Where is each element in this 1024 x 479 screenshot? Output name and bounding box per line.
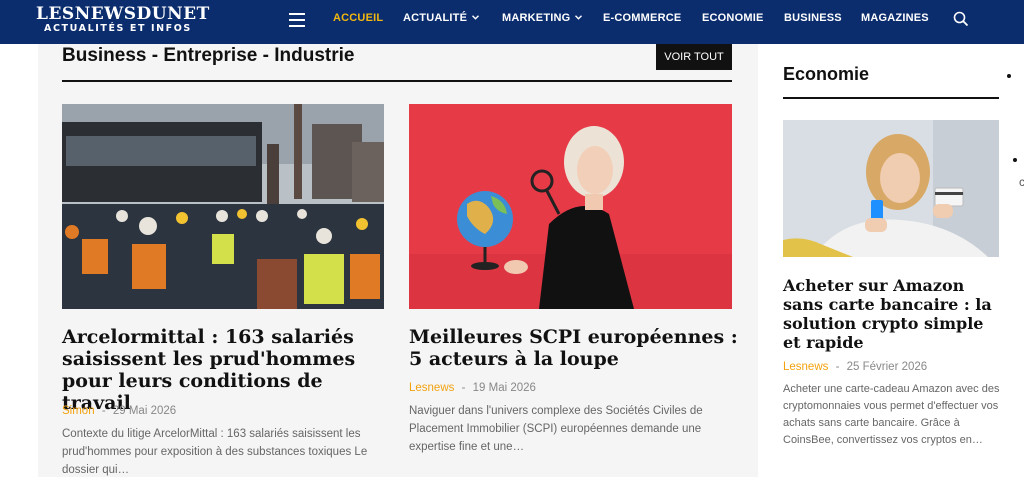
article-author[interactable]: Simon <box>62 405 95 417</box>
chevron-down-icon <box>472 13 480 22</box>
article-meta: Simon - 29 Mai 2026 <box>62 405 176 417</box>
nav-item-label: ECONOMIE <box>702 12 764 24</box>
nav-item-business[interactable]: BUSINESS <box>784 12 842 24</box>
site-header: LESNEWSDUNET ACTUALITÉS ET INFOS ACCUEIL… <box>0 0 1024 44</box>
nav-item-label: E-COMMERCE <box>603 12 682 24</box>
nav-item-label: MAGAZINES <box>861 12 929 24</box>
nav-item-economie[interactable]: ECONOMIE <box>702 12 764 24</box>
section-title: Business - Entreprise - Industrie <box>62 45 355 66</box>
clipped-text: c <box>1019 175 1024 189</box>
logo-tagline: ACTUALITÉS ET INFOS <box>44 23 192 34</box>
section-divider <box>62 80 732 82</box>
nav-item-actualite[interactable]: ACTUALITÉ <box>403 12 480 24</box>
article-date: 19 Mai 2026 <box>472 382 536 394</box>
article-author[interactable]: Lesnews <box>409 382 454 394</box>
article-excerpt: Naviguer dans l'univers complexe des Soc… <box>409 405 703 453</box>
article-image-globe[interactable] <box>409 104 732 309</box>
nav-item-label: BUSINESS <box>784 12 842 24</box>
nav-item-e-commerce[interactable]: E-COMMERCE <box>603 12 681 24</box>
nav-item-label: ACTUALITÉ <box>403 12 468 24</box>
article-title[interactable]: Meilleures SCPI européennes : 5 acteurs … <box>409 326 739 370</box>
sidebar-article-excerpt: Acheter une carte-cadeau Amazon avec des… <box>783 383 1000 446</box>
article-date: 29 Mai 2026 <box>112 405 177 417</box>
article-excerpt: Contexte du litige ArcelorMittal : 163 s… <box>62 428 368 476</box>
menu-hamburger-icon[interactable] <box>289 13 305 27</box>
list-bullet <box>1007 74 1011 78</box>
article-title[interactable]: Arcelormittal : 163 salariés saisissent … <box>62 326 392 414</box>
sidebar-divider <box>783 97 999 99</box>
logo-main-text: LESNEWSDUNET <box>36 4 210 24</box>
article-author[interactable]: Lesnews <box>783 361 828 373</box>
site-logo[interactable]: LESNEWSDUNET ACTUALITÉS ET INFOS <box>36 5 210 35</box>
sidebar-article-meta: Lesnews - 25 Février 2026 <box>783 361 927 373</box>
article-date: 25 Février 2026 <box>846 361 928 373</box>
article-image-workers[interactable] <box>62 104 384 309</box>
search-icon[interactable] <box>953 11 969 27</box>
meta-separator: - <box>461 382 466 394</box>
nav-item-magazines[interactable]: MAGAZINES <box>861 12 929 24</box>
nav-item-marketing[interactable]: MARKETING <box>502 12 583 24</box>
chevron-down-icon <box>575 13 583 22</box>
meta-separator: - <box>835 361 840 373</box>
nav-item-label: MARKETING <box>502 12 571 24</box>
list-bullet <box>1013 158 1017 162</box>
nav-item-accueil[interactable]: ACCUEIL <box>333 12 383 24</box>
nav-item-label: ACCUEIL <box>333 12 384 24</box>
view-all-button[interactable]: VOIR TOUT <box>656 44 732 70</box>
meta-separator: - <box>101 405 106 417</box>
article-meta: Lesnews - 19 Mai 2026 <box>409 382 536 394</box>
sidebar-title: Economie <box>783 64 870 84</box>
sidebar-article-image[interactable] <box>783 120 999 257</box>
sidebar-article-title[interactable]: Acheter sur Amazon sans carte bancaire :… <box>783 276 1005 352</box>
